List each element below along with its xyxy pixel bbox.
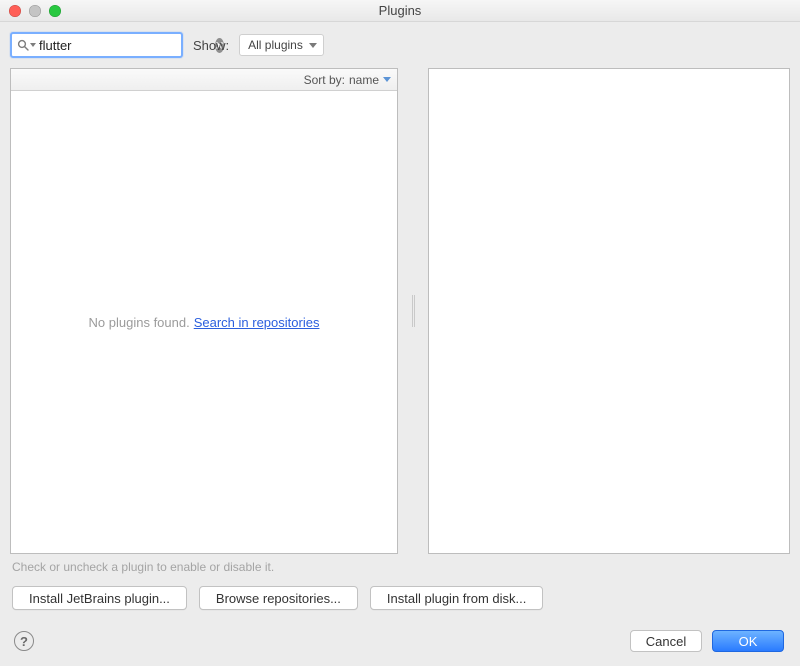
chevron-down-icon [309, 43, 317, 48]
search-icon [17, 38, 29, 52]
show-filter-select[interactable]: All plugins [239, 34, 324, 56]
search-toolbar: Show: All plugins [0, 22, 800, 68]
browse-repositories-button[interactable]: Browse repositories... [199, 586, 358, 610]
search-field[interactable] [10, 32, 183, 58]
cancel-button[interactable]: Cancel [630, 630, 702, 652]
show-label: Show: [193, 38, 229, 53]
plugin-details-pane [428, 68, 790, 554]
zoom-icon[interactable] [49, 5, 61, 17]
search-history-chevron-icon[interactable] [30, 43, 36, 47]
sort-by-label: Sort by: [304, 73, 345, 87]
search-in-repositories-link[interactable]: Search in repositories [194, 315, 320, 330]
sort-bar[interactable]: Sort by: name [11, 69, 397, 91]
empty-text: No plugins found. [89, 315, 190, 330]
window-controls [9, 5, 61, 17]
titlebar: Plugins [0, 0, 800, 22]
dialog-footer: ? Cancel OK [0, 614, 800, 666]
plugin-list-pane: Sort by: name No plugins found. Search i… [10, 68, 398, 554]
install-from-disk-button[interactable]: Install plugin from disk... [370, 586, 543, 610]
search-input[interactable] [39, 38, 215, 53]
show-filter-value: All plugins [248, 38, 303, 52]
empty-state: No plugins found. Search in repositories [11, 91, 397, 553]
content-panes: Sort by: name No plugins found. Search i… [0, 68, 800, 554]
close-icon[interactable] [9, 5, 21, 17]
action-buttons-row: Install JetBrains plugin... Browse repos… [0, 576, 800, 614]
install-jetbrains-plugin-button[interactable]: Install JetBrains plugin... [12, 586, 187, 610]
sort-by-value: name [349, 73, 379, 87]
plugins-dialog: Plugins Show: All plugins Sort by: name [0, 0, 800, 666]
minimize-icon[interactable] [29, 5, 41, 17]
help-icon[interactable]: ? [14, 631, 34, 651]
window-title: Plugins [0, 3, 800, 18]
split-handle[interactable] [410, 68, 416, 554]
chevron-down-icon [383, 77, 391, 82]
ok-button[interactable]: OK [712, 630, 784, 652]
hint-text: Check or uncheck a plugin to enable or d… [0, 554, 800, 576]
